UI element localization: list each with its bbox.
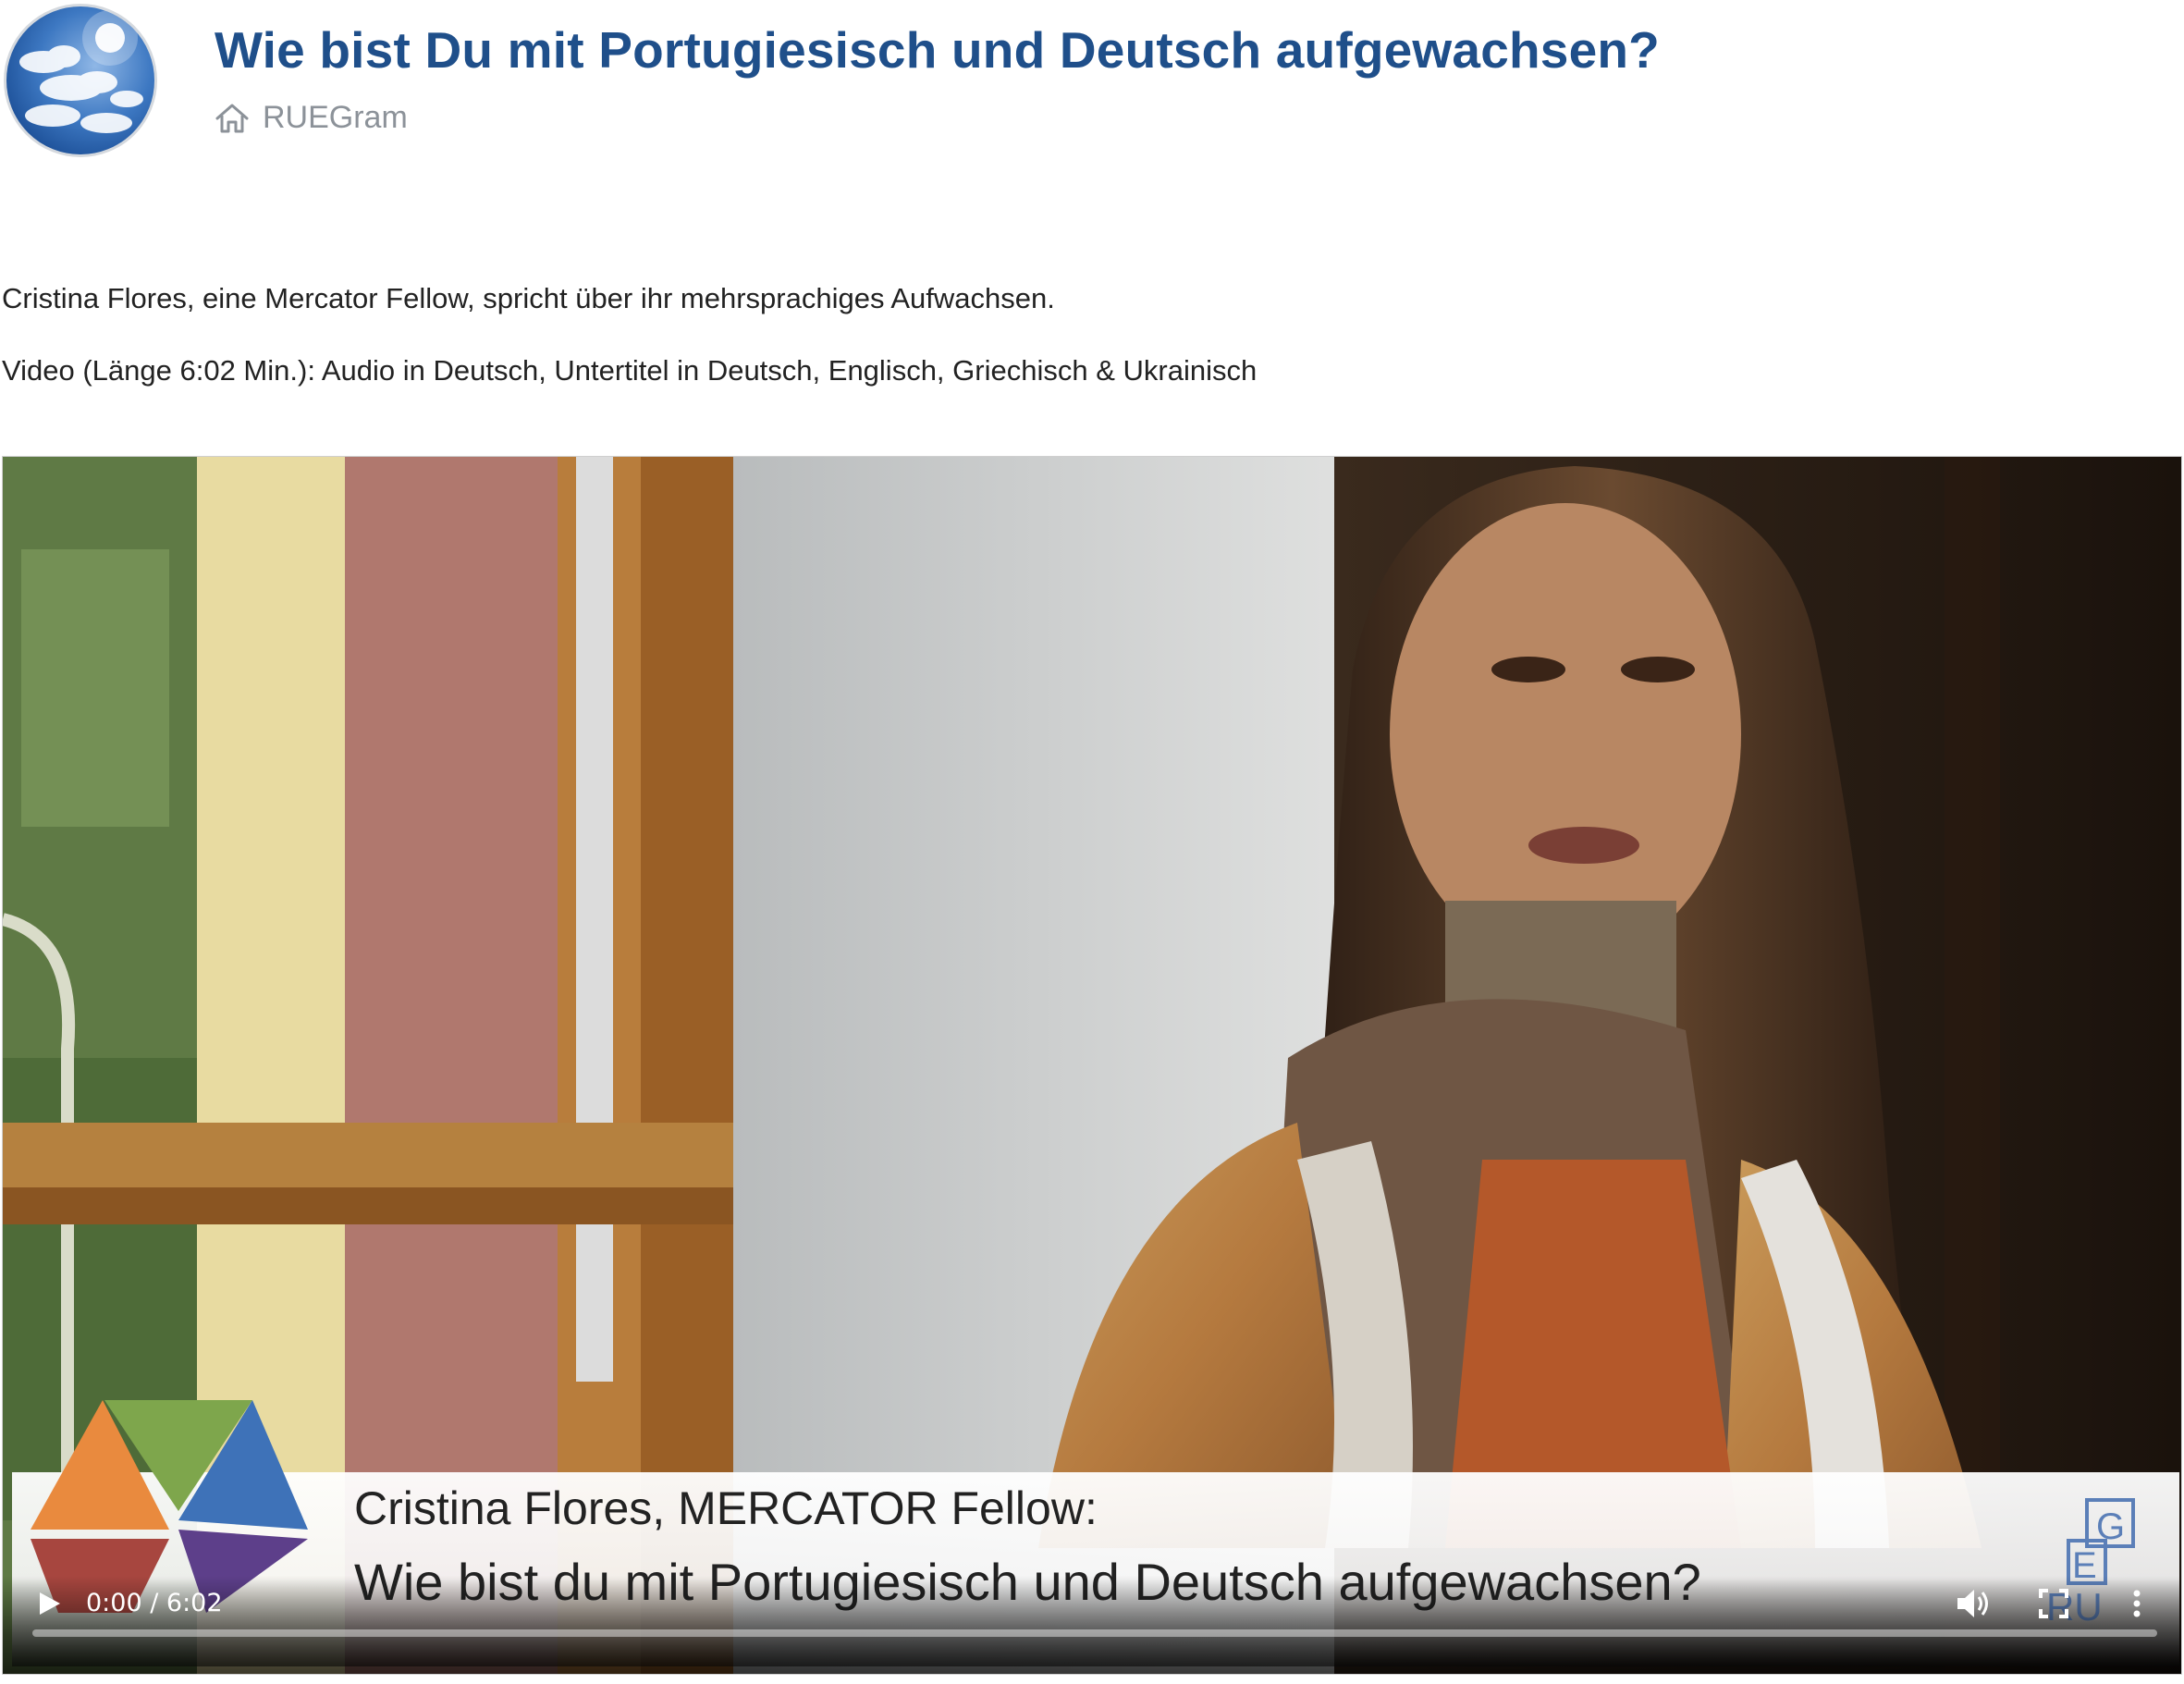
time-display: 0:00 / 6:02 [86,1589,223,1617]
group-avatar[interactable] [4,4,157,157]
volume-button[interactable] [1952,1583,1993,1624]
post-description: Cristina Flores, eine Mercator Fellow, s… [2,282,1055,314]
fullscreen-button[interactable] [2035,1585,2072,1622]
fullscreen-icon [2039,1589,2068,1618]
play-button[interactable] [32,1583,69,1624]
video-info: Video (Länge 6:02 Min.): Audio in Deutsc… [2,354,1258,387]
lower-third-name: Cristina Flores, MERCATOR Fellow: [354,1482,1098,1534]
progress-bar[interactable] [32,1629,2157,1637]
home-icon [215,104,249,132]
controls-bar [3,1576,2181,1674]
page-title: Wie bist Du mit Portugiesisch und Deutsc… [215,21,1660,79]
volume-icon [1957,1590,1988,1617]
play-icon [40,1592,60,1615]
more-options-button[interactable] [2124,1583,2150,1624]
sky-clouds-avatar-icon [19,10,143,133]
page: Wie bist Du mit Portugiesisch und Deutsc… [0,0,2184,1684]
more-options-icon [2133,1590,2141,1617]
breadcrumb[interactable]: RUEGram [215,100,408,136]
video-player[interactable]: Cristina Flores, MERCATOR Fellow: Wie bi… [2,456,2182,1675]
breadcrumb-link[interactable]: RUEGram [263,100,408,136]
